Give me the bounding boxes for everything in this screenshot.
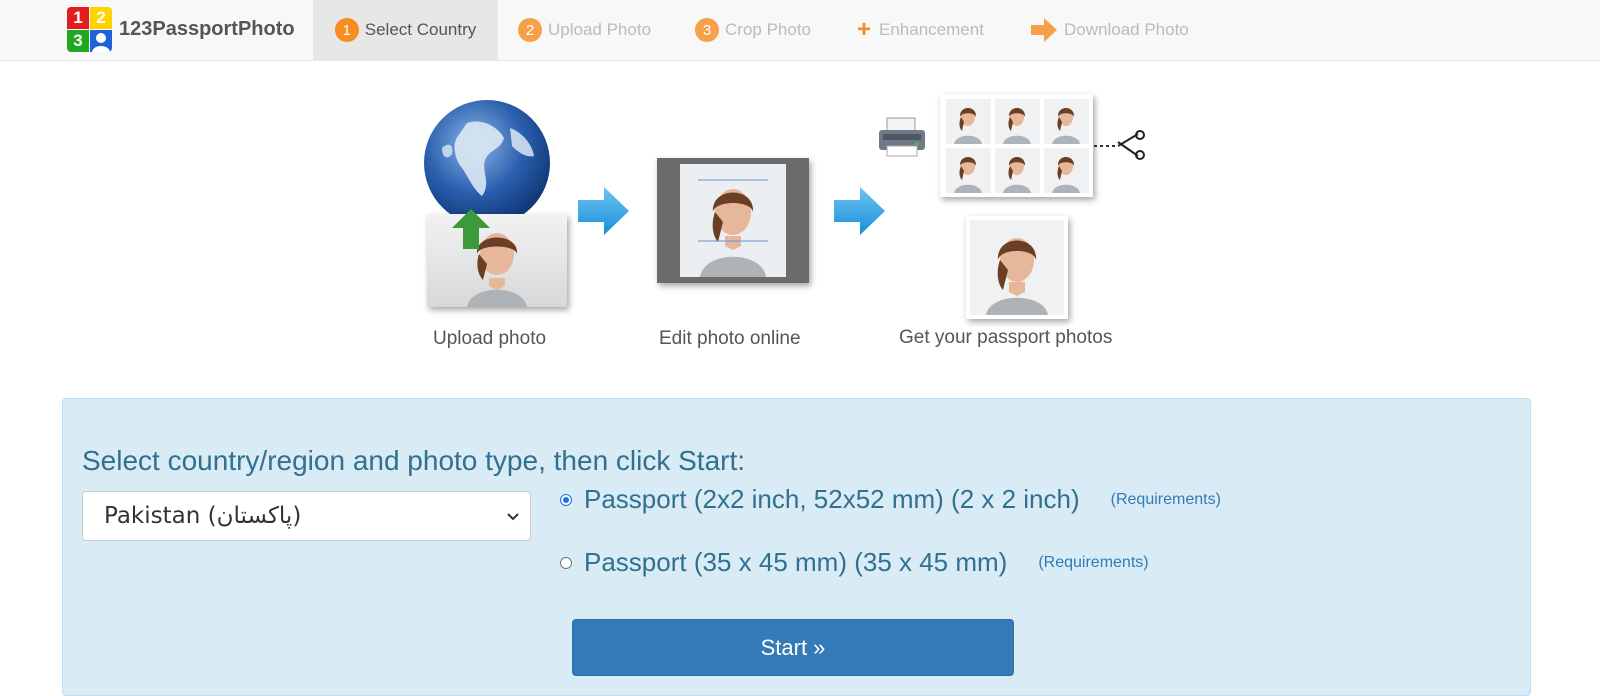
selection-panel: Select country/region and photo type, th… xyxy=(62,398,1531,696)
mini-passport-photo xyxy=(1044,148,1089,193)
photo-type-label: Passport (35 x 45 mm) (35 x 45 mm) xyxy=(584,547,1008,577)
start-button[interactable]: Start » xyxy=(572,619,1014,676)
country-select[interactable]: Pakistan (پاکستان) xyxy=(82,491,531,541)
photo-type-label: Passport (2x2 inch, 52x52 mm) (2 x 2 inc… xyxy=(584,484,1080,514)
requirements-link[interactable]: (Requirements) xyxy=(1111,491,1221,509)
process-illustration: Upload photo Edit photo online Get your … xyxy=(0,0,1600,380)
caption-edit-photo-online: Edit photo online xyxy=(659,328,801,349)
country-select-value: Pakistan (پاکستان) xyxy=(104,503,302,529)
caption-upload-photo: Upload photo xyxy=(433,328,547,349)
chevron-down-icon xyxy=(506,506,520,532)
mini-passport-photo xyxy=(995,148,1040,193)
photo-type-option-2x2[interactable]: Passport (2x2 inch, 52x52 mm) (2 x 2 inc… xyxy=(560,484,1221,515)
arrow-right-icon xyxy=(578,187,629,235)
printer-icon xyxy=(879,117,925,157)
edit-photo-frame xyxy=(657,158,809,283)
uploaded-photo-thumbnail xyxy=(427,214,567,307)
scissors-icon xyxy=(1094,130,1145,160)
requirements-link[interactable]: (Requirements) xyxy=(1038,554,1148,572)
arrow-right-icon xyxy=(834,187,885,235)
radio-2x2[interactable] xyxy=(560,493,572,506)
caption-get-passport-photos: Get your passport photos xyxy=(899,327,1113,348)
mini-passport-photo xyxy=(995,99,1040,144)
mini-passport-photo xyxy=(1044,99,1089,144)
single-passport-photo xyxy=(966,216,1068,319)
mini-passport-photo xyxy=(946,148,991,193)
mini-passport-photo xyxy=(946,99,991,144)
radio-35x45[interactable] xyxy=(560,556,572,569)
selection-prompt: Select country/region and photo type, th… xyxy=(82,445,746,476)
photo-sheet xyxy=(940,94,1093,197)
photo-type-option-35x45[interactable]: Passport (35 x 45 mm) (35 x 45 mm) (Requ… xyxy=(560,547,1149,578)
upload-arrow-icon xyxy=(452,209,490,249)
